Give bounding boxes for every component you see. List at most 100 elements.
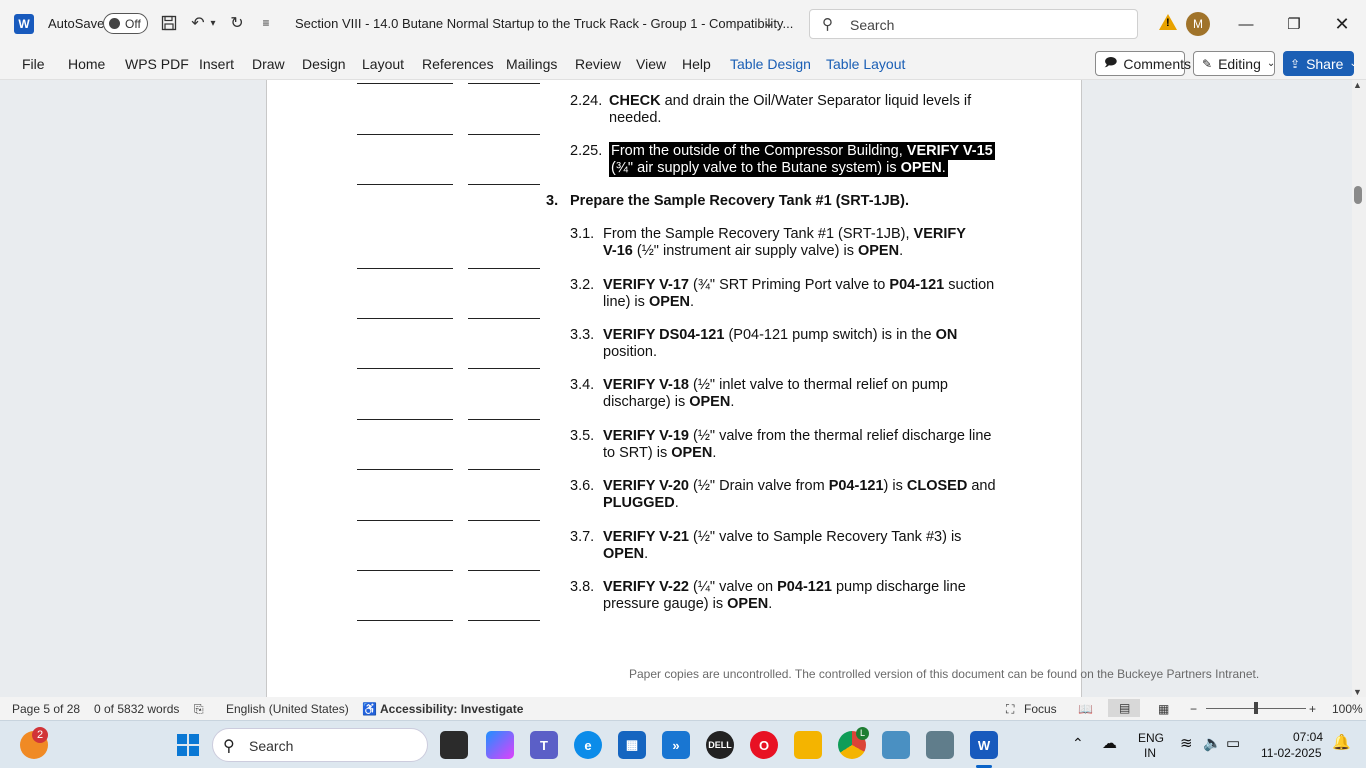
- tab-wps-pdf[interactable]: WPS PDF: [125, 56, 189, 72]
- close-icon[interactable]: ✕: [1327, 10, 1357, 38]
- zoom-in-icon[interactable]: +: [1309, 702, 1316, 716]
- task-view-icon[interactable]: [440, 731, 468, 759]
- accessibility-status[interactable]: Accessibility: Investigate: [380, 702, 523, 716]
- print-layout-icon[interactable]: ▤: [1108, 699, 1140, 717]
- scroll-up-icon[interactable]: ▲: [1353, 80, 1362, 90]
- procedure-step[interactable]: 2.25. From the outside of the Compressor …: [570, 142, 1010, 179]
- editing-mode-button[interactable]: ✎ Editing ⌄: [1193, 51, 1275, 76]
- proofing-icon[interactable]: ⎘: [194, 702, 204, 717]
- procedure-step[interactable]: 3.8. VERIFY V-22 (¼" valve on P04-121 pum…: [570, 579, 1010, 615]
- tab-home[interactable]: Home: [68, 56, 105, 72]
- tab-design[interactable]: Design: [302, 56, 346, 72]
- copilot-icon[interactable]: [486, 731, 514, 759]
- tab-view[interactable]: View: [636, 56, 666, 72]
- remote-desktop-icon[interactable]: [926, 731, 954, 759]
- opera-icon[interactable]: O: [750, 731, 778, 759]
- title-chevron-down-icon[interactable]: ⌄: [758, 12, 780, 34]
- power-automate-icon[interactable]: »: [662, 731, 690, 759]
- procedure-step[interactable]: 3.1. From the Sample Recovery Tank #1 (SR…: [570, 226, 1010, 262]
- procedure-step[interactable]: 3.3. VERIFY DS04-121 (P04-121 pump switch…: [570, 327, 1010, 363]
- warning-icon[interactable]: !: [1159, 14, 1177, 30]
- tab-review[interactable]: Review: [575, 56, 621, 72]
- comments-button[interactable]: 🗩 Comments: [1095, 51, 1191, 76]
- document-page[interactable]: 2.24. CHECK and drain the Oil/Water Separ…: [266, 80, 1259, 697]
- procedure-step[interactable]: 3.2. VERIFY V-17 (¾" SRT Priming Port val…: [570, 277, 1010, 313]
- save-icon[interactable]: [158, 12, 180, 34]
- autosave-toggle[interactable]: Off: [103, 13, 148, 34]
- focus-icon: ⛶: [1006, 702, 1015, 716]
- signoff-line: [468, 268, 540, 269]
- battery-icon[interactable]: ▭: [1226, 734, 1240, 752]
- section-heading[interactable]: 3. Prepare the Sample Recovery Tank #1 (S…: [546, 193, 986, 229]
- clock-time[interactable]: 07:04: [1293, 730, 1323, 744]
- web-layout-icon[interactable]: ▦: [1158, 702, 1169, 716]
- signoff-line: [357, 268, 453, 269]
- tray-overflow-icon[interactable]: ⌃: [1072, 735, 1084, 752]
- step-number: 3.8.: [570, 579, 595, 595]
- zoom-slider-thumb[interactable]: [1254, 702, 1258, 714]
- vertical-scrollbar[interactable]: ▲ ▼: [1352, 80, 1366, 697]
- avatar[interactable]: M: [1186, 12, 1210, 36]
- procedure-step[interactable]: 3.4. VERIFY V-18 (½" inlet valve to therm…: [570, 377, 1010, 413]
- step-text: Prepare the Sample Recovery Tank #1 (SRT…: [570, 193, 910, 209]
- procedure-step[interactable]: 2.24. CHECK and drain the Oil/Water Separ…: [570, 93, 1010, 129]
- tab-draw[interactable]: Draw: [252, 56, 285, 72]
- word-count[interactable]: 0 of 5832 words: [94, 702, 179, 716]
- start-icon[interactable]: [174, 731, 202, 759]
- signoff-line: [357, 184, 453, 185]
- zoom-out-icon[interactable]: −: [1190, 702, 1197, 716]
- clock-date[interactable]: 11-02-2025: [1261, 746, 1322, 760]
- edge-icon[interactable]: e: [574, 731, 602, 759]
- tab-file[interactable]: File: [22, 56, 45, 72]
- file-explorer-icon[interactable]: [794, 731, 822, 759]
- tab-table-design[interactable]: Table Design: [730, 56, 811, 72]
- tab-mailings[interactable]: Mailings: [506, 56, 557, 72]
- language-indicator-line2[interactable]: IN: [1144, 746, 1156, 760]
- procedure-step[interactable]: 3.6. VERIFY V-20 (½" Drain valve from P04…: [570, 478, 1010, 514]
- share-button[interactable]: ⇪ Share ⌄: [1283, 51, 1358, 76]
- minimize-icon[interactable]: —: [1231, 10, 1261, 38]
- chevron-down-icon: ⌄: [1266, 58, 1276, 69]
- signoff-line: [357, 570, 453, 571]
- word-taskbar-icon[interactable]: W: [970, 731, 998, 759]
- customize-toolbar-icon[interactable]: ≡: [255, 12, 277, 34]
- tab-references[interactable]: References: [422, 56, 494, 72]
- document-canvas[interactable]: 2.24. CHECK and drain the Oil/Water Separ…: [0, 80, 1352, 697]
- word-app-icon[interactable]: W: [14, 14, 34, 34]
- zoom-level[interactable]: 100%: [1332, 702, 1363, 716]
- tab-layout[interactable]: Layout: [362, 56, 404, 72]
- tab-insert[interactable]: Insert: [199, 56, 234, 72]
- scroll-down-icon[interactable]: ▼: [1353, 687, 1362, 697]
- wifi-icon[interactable]: ≋: [1180, 734, 1193, 752]
- maximize-icon[interactable]: ❐: [1279, 10, 1309, 38]
- dell-icon[interactable]: DELL: [706, 731, 734, 759]
- scrollbar-thumb[interactable]: [1354, 186, 1362, 204]
- signoff-line: [468, 469, 540, 470]
- onedrive-sync-icon[interactable]: ☁: [1102, 734, 1117, 752]
- page-info[interactable]: Page 5 of 28: [12, 702, 80, 716]
- tab-help[interactable]: Help: [682, 56, 711, 72]
- document-title[interactable]: Section VIII - 14.0 Butane Normal Startu…: [295, 16, 793, 31]
- notification-bell-icon[interactable]: 🔔: [1332, 733, 1351, 751]
- step-text: VERIFY DS04-121 (P04-121 pump switch) is…: [603, 327, 958, 360]
- taskbar-search-icon: ⚲: [223, 738, 235, 755]
- notification-badge: 2: [32, 727, 48, 743]
- language-indicator-line1[interactable]: ENG: [1138, 731, 1164, 745]
- language-status[interactable]: English (United States): [226, 702, 349, 716]
- taskbar-search-input[interactable]: ⚲ Search: [212, 728, 428, 762]
- volume-icon[interactable]: 🔈: [1203, 734, 1222, 752]
- autosave-state: Off: [125, 17, 141, 31]
- step-number: 3.2.: [570, 277, 595, 293]
- store-icon[interactable]: ▦: [618, 731, 646, 759]
- status-bar: Page 5 of 28 0 of 5832 words ⎘ English (…: [0, 697, 1366, 720]
- tab-table-layout[interactable]: Table Layout: [826, 56, 905, 72]
- redo-icon[interactable]: ↻: [226, 12, 248, 34]
- teams-icon[interactable]: T: [530, 731, 558, 759]
- procedure-step[interactable]: 3.7. VERIFY V-21 (½" valve to Sample Reco…: [570, 529, 1010, 565]
- focus-button[interactable]: Focus: [1024, 702, 1057, 716]
- undo-dropdown-icon[interactable]: ▾: [206, 12, 220, 34]
- search-input[interactable]: ⚲ Search: [809, 9, 1138, 39]
- procedure-step[interactable]: 3.5. VERIFY V-19 (½" valve from the therm…: [570, 428, 1010, 464]
- read-mode-icon[interactable]: 📖: [1078, 702, 1093, 716]
- photos-icon[interactable]: [882, 731, 910, 759]
